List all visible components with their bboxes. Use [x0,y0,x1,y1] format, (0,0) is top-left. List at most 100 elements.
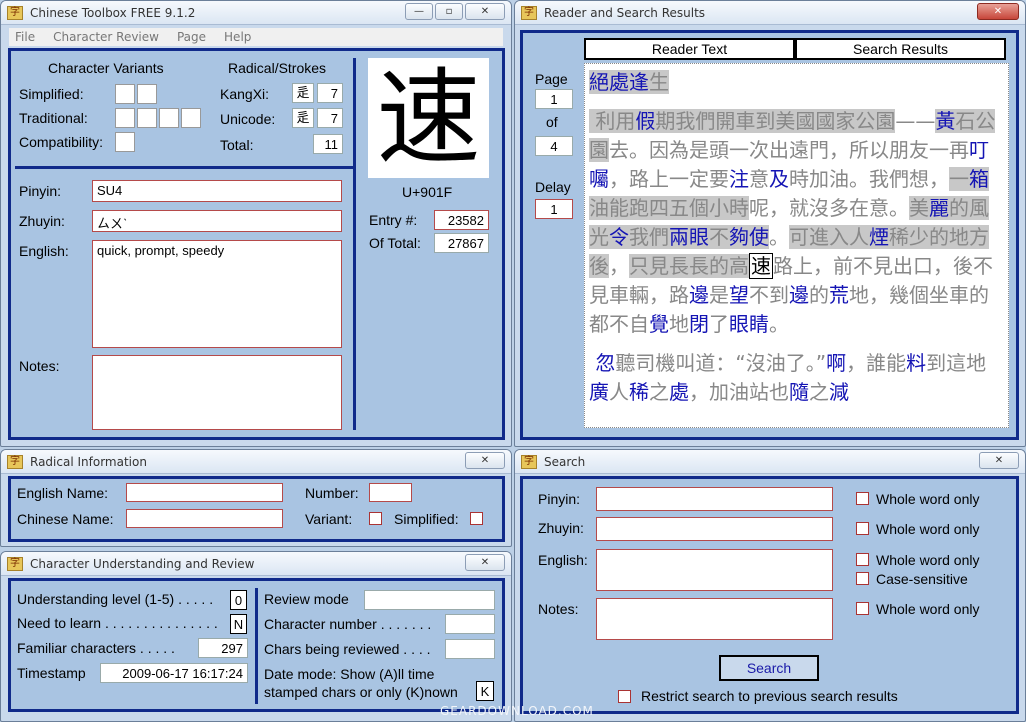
app-icon: 字 [7,556,23,571]
review-vdivider [255,588,258,704]
pinyin-label: Pinyin: [19,183,62,199]
menu-help[interactable]: Help [224,30,251,44]
english-name-label: English Name: [17,485,109,501]
notes-whole-word-label: Whole word only [876,601,980,617]
kangxi-strokes: 7 [317,83,343,103]
simplified-cell[interactable] [115,84,135,104]
pinyin-whole-word-checkbox[interactable] [856,492,869,505]
unicode-radical: 辵 [292,108,314,128]
close-icon[interactable]: ✕ [979,452,1019,469]
main-window-title: Chinese Toolbox FREE 9.1.2 [30,5,196,20]
date-mode-label-2: stamped chars or only (K)nown [264,684,458,700]
unicode-strokes: 7 [317,108,343,128]
tab-search-results[interactable]: Search Results [795,38,1006,60]
zhuyin-field[interactable]: ㄙㄨˋ [92,210,342,232]
review-title-bar[interactable]: 字 Character Understanding and Review ✕ [1,552,511,576]
character-number-label: Character number . . . . . . . [264,616,432,632]
pinyin-field[interactable]: SU4 [92,180,342,202]
main-vdivider [353,58,356,430]
traditional-cell[interactable] [137,108,157,128]
search-pinyin-field[interactable] [596,487,833,511]
total-strokes: 11 [313,134,343,154]
search-pinyin-label: Pinyin: [538,491,581,507]
page-number[interactable]: 1 [535,89,573,109]
case-sensitive-checkbox[interactable] [856,572,869,585]
radical-title-bar[interactable]: 字 Radical Information ✕ [1,450,511,474]
delay-label: Delay [535,179,571,195]
compatibility-cell[interactable] [115,132,135,152]
variant-checkbox[interactable] [369,512,382,525]
familiar-characters-label: Familiar characters . . . . . [17,640,175,656]
traditional-cell[interactable] [159,108,179,128]
search-notes-field[interactable] [596,598,833,640]
date-mode-value[interactable]: K [476,681,494,701]
character-number-field[interactable] [445,614,495,634]
zhuyin-label: Zhuyin: [19,213,65,229]
menu-character-review[interactable]: Character Review [53,30,159,44]
understanding-value[interactable]: 0 [230,590,247,610]
menu-bar: File Character Review Page Help [9,28,503,46]
kangxi-label: KangXi: [220,86,270,102]
menu-file[interactable]: File [15,30,35,44]
restrict-search-label: Restrict search to previous search resul… [641,688,898,704]
search-title-bar[interactable]: 字 Search ✕ [515,450,1025,474]
english-whole-word-checkbox[interactable] [856,553,869,566]
simplified-cell[interactable] [137,84,157,104]
reader-paragraph-1: 利用假期我們開車到美國國家公園——黃石公園去。因為是頭一次出遠門，所以朋友一再叮… [589,109,996,336]
of-label: of [546,114,558,130]
number-label: Number: [305,485,359,501]
chars-reviewed-label: Chars being reviewed . . . . [264,641,431,657]
zhuyin-whole-word-checkbox[interactable] [856,522,869,535]
notes-whole-word-checkbox[interactable] [856,602,869,615]
search-notes-label: Notes: [538,601,579,617]
minimize-icon[interactable]: — [405,3,433,20]
understanding-label: Understanding level (1-5) . . . . . [17,591,214,607]
timestamp-value: 2009-06-17 16:17:24 [100,663,248,683]
menu-page[interactable]: Page [177,30,206,44]
english-label: English: [19,243,69,259]
entry-number: 23582 [434,210,489,230]
english-name-field[interactable] [126,483,283,502]
search-zhuyin-label: Zhuyin: [538,520,584,536]
app-icon: 字 [7,5,23,20]
close-icon[interactable]: ✕ [465,452,505,469]
traditional-cell[interactable] [115,108,135,128]
kangxi-radical: 辵 [292,83,314,103]
traditional-cell[interactable] [181,108,201,128]
chinese-name-field[interactable] [126,509,283,528]
character-display: 速 [368,58,489,178]
zhuyin-whole-word-label: Whole word only [876,521,980,537]
restrict-search-checkbox[interactable] [618,690,631,703]
variants-header: Character Variants [48,60,164,76]
need-to-learn-value[interactable]: N [230,614,247,634]
notes-label: Notes: [19,358,60,374]
simplified-checkbox[interactable] [470,512,483,525]
chinese-name-label: Chinese Name: [17,511,114,527]
tab-reader-text[interactable]: Reader Text [584,38,795,60]
familiar-characters-value: 297 [198,638,248,658]
reader-text-area[interactable]: 絕處逢生 利用假期我們開車到美國國家公園——黃石公園去。因為是頭一次出遠門，所以… [584,63,1009,428]
close-icon[interactable]: ✕ [465,554,505,571]
search-zhuyin-field[interactable] [596,517,833,541]
search-english-label: English: [538,552,588,568]
delay-value[interactable]: 1 [535,199,573,219]
close-icon[interactable]: ✕ [977,3,1019,20]
of-total-number: 27867 [434,233,489,253]
close-icon[interactable]: ✕ [465,3,505,20]
reader-title-bar[interactable]: 字 Reader and Search Results ✕ [515,1,1025,25]
search-button[interactable]: Search [719,655,819,681]
page-label: Page [535,71,568,87]
english-field[interactable]: quick, prompt, speedy [92,240,342,348]
number-field[interactable] [369,483,412,502]
unicode-label: Unicode: [220,111,276,127]
review-mode-field[interactable] [364,590,495,610]
search-english-field[interactable] [596,549,833,591]
maximize-icon[interactable]: ▫ [435,3,463,20]
need-to-learn-label: Need to learn . . . . . . . . . . . . . … [17,615,218,631]
notes-field[interactable] [92,355,342,430]
chars-reviewed-field[interactable] [445,639,495,659]
main-title-bar[interactable]: 字 Chinese Toolbox FREE 9.1.2 — ▫ ✕ [1,1,511,25]
radical-window-title: Radical Information [30,454,147,469]
english-whole-word-label: Whole word only [876,552,980,568]
variant-label: Variant: [305,511,353,527]
